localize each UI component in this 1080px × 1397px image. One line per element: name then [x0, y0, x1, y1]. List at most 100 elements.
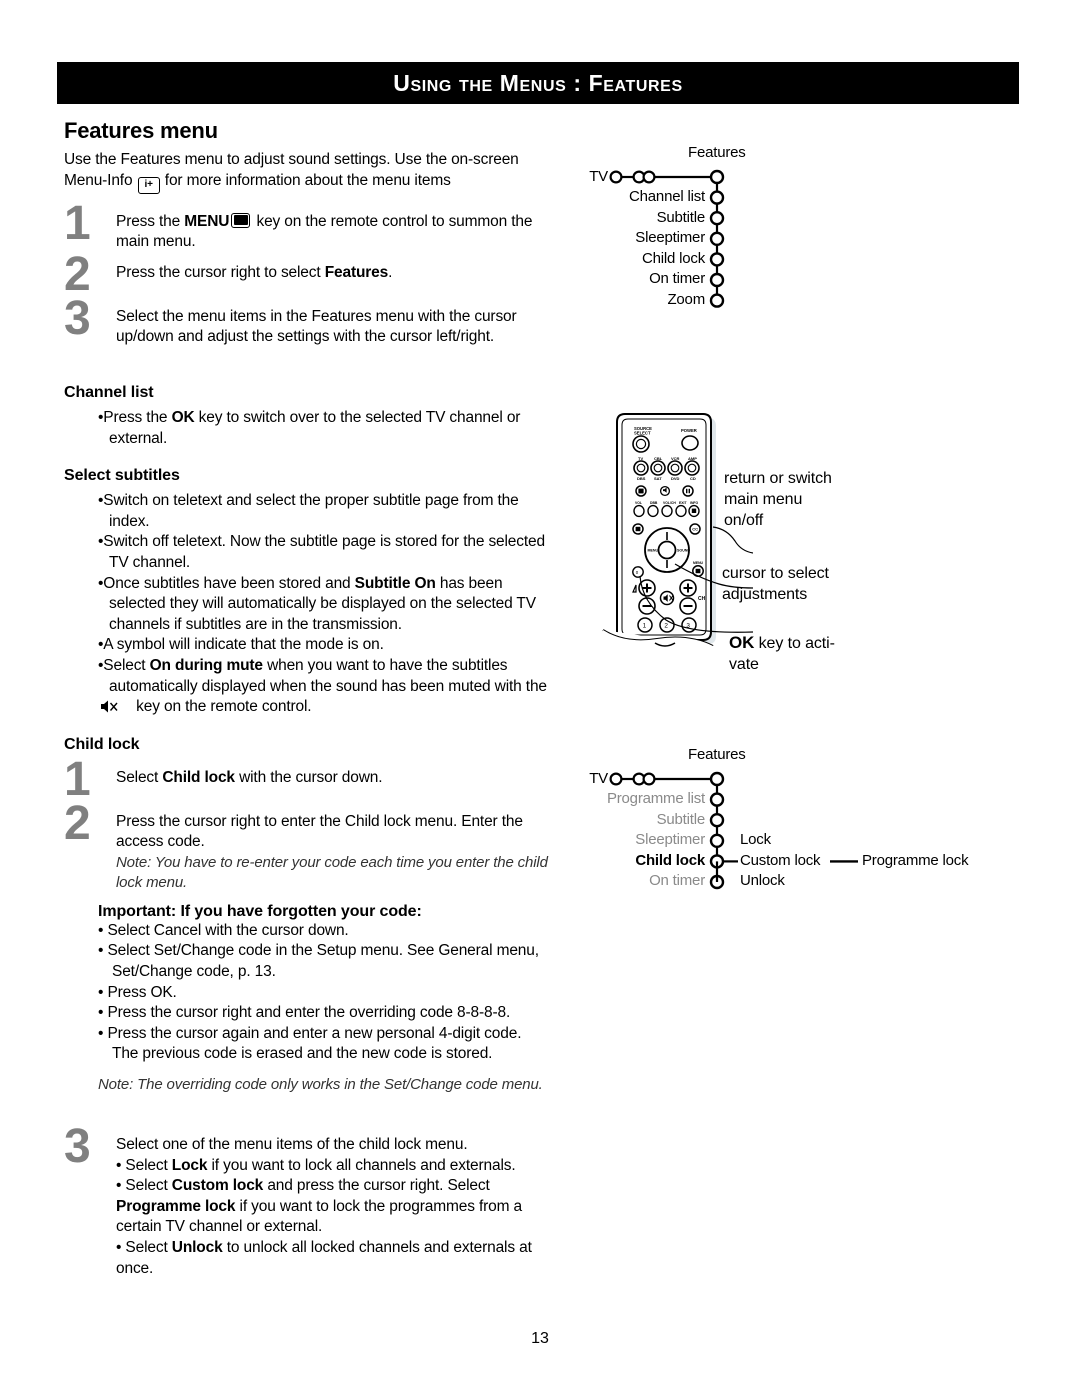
child-lock-step-2-number: 2: [64, 796, 91, 850]
menu-tree-bottom-item-4[interactable]: On timer: [588, 872, 705, 889]
list-item: • Press OK.: [98, 983, 177, 1001]
menu-tree-top-item-1[interactable]: Subtitle: [590, 209, 706, 226]
menu-info-icon: i+: [137, 176, 160, 194]
menu-tree-top-title: Features: [688, 144, 746, 161]
child-lock-step-1: 1 Select Child lock with the cursor down…: [64, 755, 551, 803]
child-lock-step-3-b3-bold: Unlock: [171, 1239, 223, 1256]
step-2-text-pre: Press the cursor right to select: [116, 263, 325, 281]
menu-tree-top-item-4[interactable]: On timer: [590, 270, 705, 287]
subtitle-bullet-5-pre: Select: [103, 656, 150, 674]
list-item: •Once subtitles have been stored and Sub…: [98, 574, 536, 633]
menu-tree-bottom-item-0[interactable]: Programme list: [588, 790, 705, 807]
child-lock-submenu-custom-lock[interactable]: Custom lock: [740, 852, 821, 869]
list-item: • Select Set/Change code in the Setup me…: [98, 942, 539, 981]
subtitle-bullet-1: Switch on teletext and select the proper…: [103, 492, 519, 530]
step-2-bold: Features: [324, 263, 389, 281]
select-subtitles-heading: Select subtitles: [64, 467, 180, 485]
important-block: Important: If you have forgotten your co…: [98, 903, 551, 1095]
menu-tree-bottom-item-2[interactable]: Sleeptimer: [588, 831, 705, 848]
page-number: 13: [531, 1330, 549, 1347]
step-3-number: 3: [64, 291, 91, 345]
child-lock-step-3-b2-mid: and press the cursor right. Select: [263, 1177, 490, 1195]
menu-tree-bottom-item-1[interactable]: Subtitle: [588, 811, 706, 828]
svg-text:DBB: DBB: [650, 501, 658, 505]
step-1-menu-label: MENU: [184, 212, 230, 230]
child-lock-step-3-b1-bold: Lock: [171, 1156, 208, 1174]
list-item: • Press the cursor again and enter a new…: [98, 1024, 522, 1063]
menu-tree-top-item-5[interactable]: Zoom: [590, 291, 705, 308]
svg-text:POWER: POWER: [681, 428, 697, 433]
child-lock-step-3-b1-pre: • Select: [116, 1156, 172, 1174]
child-lock-step-3-number: 3: [64, 1120, 91, 1174]
svg-text:SOUND: SOUND: [677, 549, 690, 553]
subtitle-bullet-5-bold: On during mute: [149, 656, 263, 674]
menu-tree-bottom-item-3[interactable]: Child lock: [588, 852, 705, 869]
svg-text:MENU: MENU: [648, 549, 659, 553]
important-note: Note: The overriding code only works in …: [98, 1076, 543, 1094]
list-item: •Switch off teletext. Now the subtitle p…: [98, 533, 545, 571]
svg-text:1: 1: [643, 623, 647, 630]
remote-control-illustration: SOURCE SELECT POWER TV CBL VCR AMP DBS S…: [593, 406, 754, 661]
child-lock-step-3-b2-pre: • Select: [116, 1177, 172, 1195]
step-3: 3 Select the menu items in the Features …: [64, 294, 551, 348]
remote-callout-ok-bold: OK: [729, 633, 755, 652]
channel-list-bullet-bold: OK: [171, 408, 195, 426]
features-intro-part2: for more information about the menu item…: [164, 171, 451, 189]
svg-text:INFO: INFO: [690, 501, 698, 505]
remote-callout-return-switch: return or switch main menu on/off: [724, 470, 832, 529]
menu-tree-top-item-0[interactable]: Channel list: [590, 188, 705, 205]
remote-callout-ok-key: OK key to acti- vate: [729, 632, 835, 675]
child-lock-submenu-programme-lock[interactable]: Programme lock: [862, 852, 969, 869]
menu-key-icon: [231, 212, 251, 228]
important-bullet-2: Select Set/Change code in the Setup menu…: [107, 942, 539, 981]
svg-text:CH: CH: [698, 596, 706, 602]
menu-tree-top-item-3[interactable]: Child lock: [590, 250, 705, 267]
child-lock-heading: Child lock: [64, 735, 140, 753]
child-lock-submenu-lock[interactable]: Lock: [740, 831, 771, 848]
child-lock-step-3-b2-bold2: Programme lock: [116, 1197, 236, 1215]
step-2: 2 Press the cursor right to select Featu…: [64, 250, 551, 298]
child-lock-step-2-note: Note: You have to re-enter your code eac…: [116, 853, 548, 891]
features-intro-paragraph: Use the Features menu to adjust sound se…: [64, 150, 551, 194]
step-2-text: Press the cursor right to select Feature…: [116, 263, 551, 284]
svg-text:EXIT: EXIT: [679, 501, 687, 505]
step-3-text: Select the menu items in the Features me…: [116, 307, 517, 346]
child-lock-step-3-b2-bold: Custom lock: [171, 1177, 264, 1195]
child-lock-submenu-unlock[interactable]: Unlock: [740, 872, 785, 889]
child-lock-step-3-b1-post: if you want to lock all channels and ext…: [207, 1156, 516, 1174]
menu-tree-top-item-2[interactable]: Sleeptimer: [590, 229, 705, 246]
channel-list-heading: Channel list: [64, 383, 154, 401]
list-item: • Press the cursor right and enter the o…: [98, 1004, 511, 1022]
important-bullet-4: Press the cursor right and enter the ove…: [107, 1004, 511, 1022]
child-lock-step-1-bold: Child lock: [162, 768, 235, 786]
important-bullets: • Select Cancel with the cursor down. • …: [98, 921, 551, 1065]
child-lock-step-3-text: Select one of the menu items of the chil…: [116, 1135, 551, 1279]
svg-text:DBS: DBS: [637, 476, 646, 481]
menu-tree-top-root-label: TV: [589, 168, 608, 185]
child-lock-step-3: 3 Select one of the menu items of the ch…: [64, 1123, 551, 1279]
svg-text:CD: CD: [690, 476, 696, 481]
svg-text:SAT: SAT: [654, 476, 662, 481]
select-subtitles-bullets: •Switch on teletext and select the prope…: [64, 491, 551, 718]
step-1: 1 Press the MENU key on the remote contr…: [64, 199, 551, 253]
child-lock-step-1-pre: Select: [116, 768, 163, 786]
step-2-text-end: .: [388, 263, 393, 281]
svg-text:DVD: DVD: [671, 476, 680, 481]
menu-tree-bottom-title: Features: [688, 746, 746, 763]
subtitle-bullet-5-tail: key on the remote control.: [132, 698, 312, 716]
mute-key-icon: [101, 699, 130, 714]
features-menu-heading: Features menu: [64, 118, 218, 143]
left-column: Features menu Use the Features menu to a…: [64, 118, 551, 1279]
remote-control-graphic: SOURCE SELECT POWER TV CBL VCR AMP DBS S…: [602, 413, 754, 656]
features-menu-tree-top: Features TV Channel list Subtitle Sleept…: [589, 144, 860, 321]
child-lock-step-3-b3-pre: • Select: [116, 1239, 172, 1256]
document-page: Using the Menus : Features Features menu…: [0, 0, 1080, 1397]
child-lock-step-2-text: Press the cursor right to enter the Chil…: [116, 812, 551, 893]
important-bullet-5: Press the cursor again and enter a new p…: [107, 1024, 522, 1063]
list-item: •Press the OK key to switch over to the …: [98, 408, 521, 447]
svg-text:SELECT: SELECT: [634, 431, 651, 436]
important-heading: Important: If you have forgotten your co…: [98, 902, 422, 920]
important-bullet-3: Press OK.: [107, 983, 177, 1001]
child-lock-step-2-main: Press the cursor right to enter the Chil…: [116, 812, 523, 851]
subtitle-bullet-3-pre: Once subtitles have been stored and: [103, 574, 355, 592]
